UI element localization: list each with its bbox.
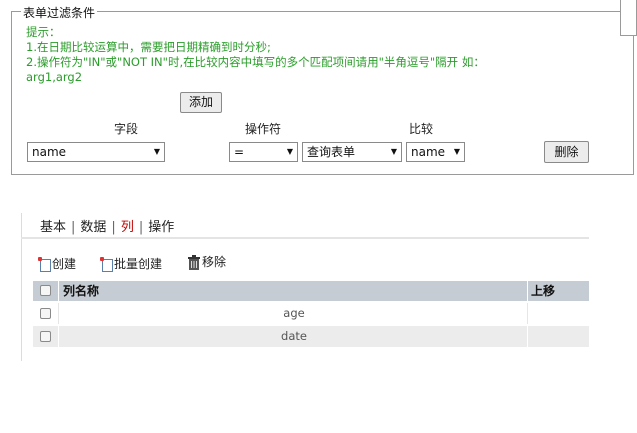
tab-separator: | <box>71 220 76 235</box>
panel-border <box>21 213 22 361</box>
compare-field-select-value: name <box>411 145 446 159</box>
field-select-value: name <box>32 145 67 159</box>
remove-button[interactable]: 移除 <box>187 253 226 270</box>
grid-divider <box>527 326 528 347</box>
create-label: 创建 <box>52 257 77 271</box>
tab-columns[interactable]: 列 <box>121 216 134 235</box>
field-select[interactable]: name ▼ <box>27 142 165 162</box>
create-button[interactable]: 创建 <box>38 255 77 272</box>
compare-field-select[interactable]: name ▼ <box>406 142 465 162</box>
tab-separator: | <box>138 220 144 235</box>
chevron-down-icon: ▼ <box>153 147 160 156</box>
grid-header: 列名称 上移 <box>33 281 589 301</box>
tab-basic[interactable]: 基本 <box>40 216 66 235</box>
filter-legend: 表单过滤条件 <box>21 4 98 21</box>
scrollbar-tab[interactable] <box>620 0 637 36</box>
hint-title: 提示： <box>26 25 61 39</box>
tab-divider <box>21 237 589 239</box>
new-document-icon <box>38 257 51 272</box>
compare-type-select-value: 查询表单 <box>307 145 356 159</box>
operator-select[interactable]: = ▼ <box>229 142 298 162</box>
row-checkbox[interactable] <box>40 308 51 319</box>
row-checkbox[interactable] <box>40 331 51 342</box>
grid-divider <box>58 281 59 301</box>
select-all-checkbox[interactable] <box>40 285 51 296</box>
compare-type-select[interactable]: 查询表单 ▼ <box>302 142 402 162</box>
grid-divider <box>58 303 59 324</box>
chevron-down-icon: ▼ <box>286 147 293 156</box>
hint-block: 提示： 1.在日期比较运算中，需要把日期精确到时分秒; 2.操作符为"IN"或"… <box>26 25 485 85</box>
hint-line-1: 1.在日期比较运算中，需要把日期精确到时分秒; <box>26 40 271 54</box>
trash-icon <box>188 255 200 270</box>
column-label-operator: 操作符 <box>245 122 282 136</box>
tab-operations[interactable]: 操作 <box>148 216 174 235</box>
operator-select-value: = <box>234 145 245 159</box>
grid-divider <box>527 303 528 324</box>
new-document-icon <box>100 257 113 272</box>
chevron-down-icon: ▼ <box>390 147 397 156</box>
remove-label: 移除 <box>202 255 227 269</box>
batch-create-label: 批量创建 <box>114 257 163 271</box>
column-label-field: 字段 <box>114 122 139 136</box>
table-row[interactable]: date <box>33 326 589 347</box>
column-label-compare: 比较 <box>409 122 434 136</box>
hint-line-3: arg1,arg2 <box>26 70 83 84</box>
hint-line-2: 2.操作符为"IN"或"NOT IN"时,在比较内容中填写的多个匹配项间请用"半… <box>26 55 485 69</box>
header-column-name[interactable]: 列名称 <box>63 281 99 301</box>
row-column-name: date <box>281 329 307 343</box>
filter-fieldset: 表单过滤条件 提示： 1.在日期比较运算中，需要把日期精确到时分秒; 2.操作符… <box>11 4 634 175</box>
chevron-down-icon: ▼ <box>453 147 460 156</box>
delete-button[interactable]: 删除 <box>544 141 589 163</box>
tab-separator: | <box>111 220 116 235</box>
add-button[interactable]: 添加 <box>180 92 222 113</box>
batch-create-button[interactable]: 批量创建 <box>100 255 163 272</box>
grid-divider <box>527 281 528 301</box>
tab-data[interactable]: 数据 <box>80 216 106 235</box>
header-move-up[interactable]: 上移 <box>531 281 555 301</box>
row-column-name: age <box>283 306 305 320</box>
tab-bar: 基本 | 数据 | 列 | 操作 <box>40 216 174 235</box>
grid-divider <box>58 326 59 347</box>
table-row[interactable]: age <box>33 303 589 324</box>
